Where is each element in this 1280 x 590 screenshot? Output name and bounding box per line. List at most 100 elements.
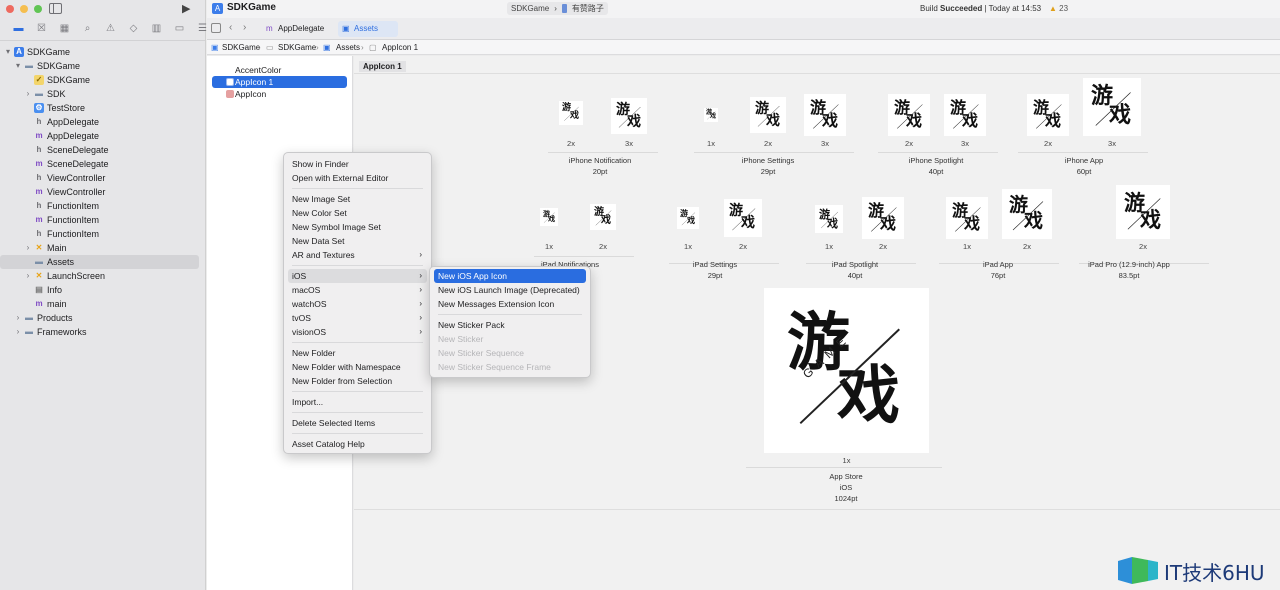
app-icon-well[interactable]: 游戏 <box>815 205 843 233</box>
chevron-right-icon[interactable]: › <box>14 325 22 339</box>
sidebar-toggle-icon[interactable] <box>49 3 62 14</box>
menu-item[interactable]: Asset Catalog Help <box>288 437 427 451</box>
play-icon[interactable]: ▶ <box>182 2 190 15</box>
file-tree-item[interactable]: m AppDelegate <box>0 129 205 143</box>
app-icon-well[interactable]: 游戏 <box>750 97 786 133</box>
app-icon-well[interactable]: 游戏 GAME <box>764 288 929 453</box>
menu-item[interactable]: New Data Set <box>288 234 427 248</box>
file-tree-item[interactable]: m SceneDelegate <box>0 157 205 171</box>
menu-item[interactable]: Import... <box>288 395 427 409</box>
file-tree-item[interactable]: h ViewController <box>0 171 205 185</box>
asset-item-accentcolor[interactable]: AccentColor <box>212 64 347 76</box>
grid-icon[interactable] <box>211 23 221 33</box>
file-tree-label: SDK <box>47 89 66 99</box>
app-icon-well[interactable]: 游戏 <box>1027 94 1069 136</box>
chevron-right-icon[interactable]: › <box>24 87 32 101</box>
app-icon-well[interactable]: 游戏 <box>724 199 762 237</box>
menu-item[interactable]: Open with External Editor <box>288 171 427 185</box>
file-tree-item[interactable]: m FunctionItem <box>0 213 205 227</box>
file-tree-item[interactable]: ▤ Info <box>0 283 205 297</box>
minimize-window-button[interactable] <box>20 5 28 13</box>
chevron-right-icon[interactable]: › <box>14 311 22 325</box>
tab-appdelegate[interactable]: m AppDelegate <box>262 21 336 37</box>
app-icon-well[interactable]: 游戏 <box>611 98 647 134</box>
asset-item-appicon-1[interactable]: AppIcon 1 <box>212 76 347 88</box>
app-icon-well[interactable]: 游戏 <box>862 197 904 239</box>
folder-icon[interactable]: ▬ <box>12 22 25 35</box>
find-icon[interactable]: ⌕ <box>81 22 94 35</box>
chevron-right-icon[interactable]: › <box>24 269 32 283</box>
app-icon-well[interactable]: 游戏 <box>590 204 616 230</box>
chevron-down-icon[interactable]: ▾ <box>4 45 12 59</box>
app-icon-well[interactable]: 游戏 <box>704 108 718 122</box>
app-icon-well[interactable]: 游戏 <box>946 197 988 239</box>
forward-icon[interactable]: › <box>243 22 246 33</box>
breadcrumb-group[interactable]: SDKGame <box>278 40 316 55</box>
menu-item[interactable]: iOS › <box>288 269 427 283</box>
file-tree-item[interactable]: m ViewController <box>0 185 205 199</box>
breakpoint-icon[interactable]: ▭ <box>173 22 186 35</box>
storyboard-icon: ✕ <box>35 243 43 252</box>
menu-item[interactable]: New Folder from Selection <box>288 374 427 388</box>
menu-item[interactable]: New Sticker Pack <box>434 318 586 332</box>
menu-item[interactable]: New Image Set <box>288 192 427 206</box>
breadcrumb-assets[interactable]: Assets <box>336 40 360 55</box>
file-tree-item[interactable]: ✓ SDKGame <box>0 73 205 87</box>
menu-item[interactable]: New Folder with Namespace <box>288 360 427 374</box>
chevron-right-icon[interactable]: › <box>24 241 32 255</box>
menu-item[interactable]: New Folder <box>288 346 427 360</box>
zoom-window-button[interactable] <box>34 5 42 13</box>
app-icon-well[interactable]: 游戏 <box>944 94 986 136</box>
menu-item[interactable]: New iOS App Icon <box>434 269 586 283</box>
file-tree-item[interactable]: ▬ Assets <box>0 255 199 269</box>
file-tree-item[interactable]: h FunctionItem <box>0 227 205 241</box>
menu-item[interactable]: macOS › <box>288 283 427 297</box>
app-icon-well[interactable]: 游戏 <box>677 207 699 229</box>
app-icon-well[interactable]: 游戏 <box>888 94 930 136</box>
menu-item[interactable]: watchOS › <box>288 297 427 311</box>
menu-item-label: New Sticker <box>438 334 484 344</box>
file-tree-item[interactable]: ⚙ TestStore <box>0 101 205 115</box>
test-icon[interactable]: ◇ <box>127 22 140 35</box>
file-tree-item[interactable]: ▾ A SDKGame <box>0 45 205 59</box>
file-tree-item[interactable]: h SceneDelegate <box>0 143 205 157</box>
file-tree-item[interactable]: ▾ ▬ SDKGame <box>0 59 205 73</box>
back-icon[interactable]: ‹ <box>229 22 232 33</box>
chevron-down-icon[interactable]: ▾ <box>14 59 22 73</box>
folder-icon: ▬ <box>25 313 33 322</box>
app-icon-well[interactable]: 游戏 <box>1002 189 1052 239</box>
file-tree-item[interactable]: › ✕ Main <box>0 241 205 255</box>
file-tree-item[interactable]: › ✕ LaunchScreen <box>0 269 205 283</box>
app-icon-well[interactable]: 游戏 <box>540 208 558 226</box>
menu-item[interactable]: New iOS Launch Image (Deprecated) <box>434 283 586 297</box>
asset-item-appicon[interactable]: AppIcon <box>212 88 347 100</box>
app-icon-well[interactable]: 游戏 <box>1083 78 1141 136</box>
warning-badge[interactable]: ▲ 23 <box>1049 4 1068 13</box>
menu-item[interactable]: visionOS › <box>288 325 427 339</box>
menu-item[interactable]: New Messages Extension Icon <box>434 297 586 311</box>
close-window-button[interactable] <box>6 5 14 13</box>
menu-item[interactable]: Delete Selected Items <box>288 416 427 430</box>
menu-item[interactable]: Show in Finder <box>288 157 427 171</box>
file-tree-item[interactable]: › ▬ SDK <box>0 87 205 101</box>
app-icon-well[interactable]: 游戏 <box>559 101 583 125</box>
scheme-selector[interactable]: SDKGame › 有赞路子 <box>507 2 608 15</box>
app-icon-well[interactable]: 游戏 <box>804 94 846 136</box>
tab-assets[interactable]: ▣ Assets <box>338 21 398 37</box>
breadcrumb-project[interactable]: SDKGame <box>222 40 260 55</box>
debug-icon[interactable]: ▥ <box>150 22 163 35</box>
menu-item[interactable]: New Symbol Image Set <box>288 220 427 234</box>
file-tree-item[interactable]: h FunctionItem <box>0 199 205 213</box>
menu-item[interactable]: New Color Set <box>288 206 427 220</box>
file-tree-item[interactable]: › ▬ Frameworks <box>0 325 205 339</box>
menu-item[interactable]: AR and Textures › <box>288 248 427 262</box>
menu-item[interactable]: tvOS › <box>288 311 427 325</box>
issue-icon[interactable]: ⚠ <box>104 22 117 35</box>
symbol-icon[interactable]: ▦ <box>58 22 71 35</box>
source-control-icon[interactable]: ☒ <box>35 22 48 35</box>
breadcrumb-appicon[interactable]: AppIcon 1 <box>382 40 418 55</box>
file-tree-item[interactable]: h AppDelegate <box>0 115 205 129</box>
file-tree-item[interactable]: › ▬ Products <box>0 311 205 325</box>
file-tree-item[interactable]: m main <box>0 297 205 311</box>
app-icon-well[interactable]: 游戏 <box>1116 185 1170 239</box>
